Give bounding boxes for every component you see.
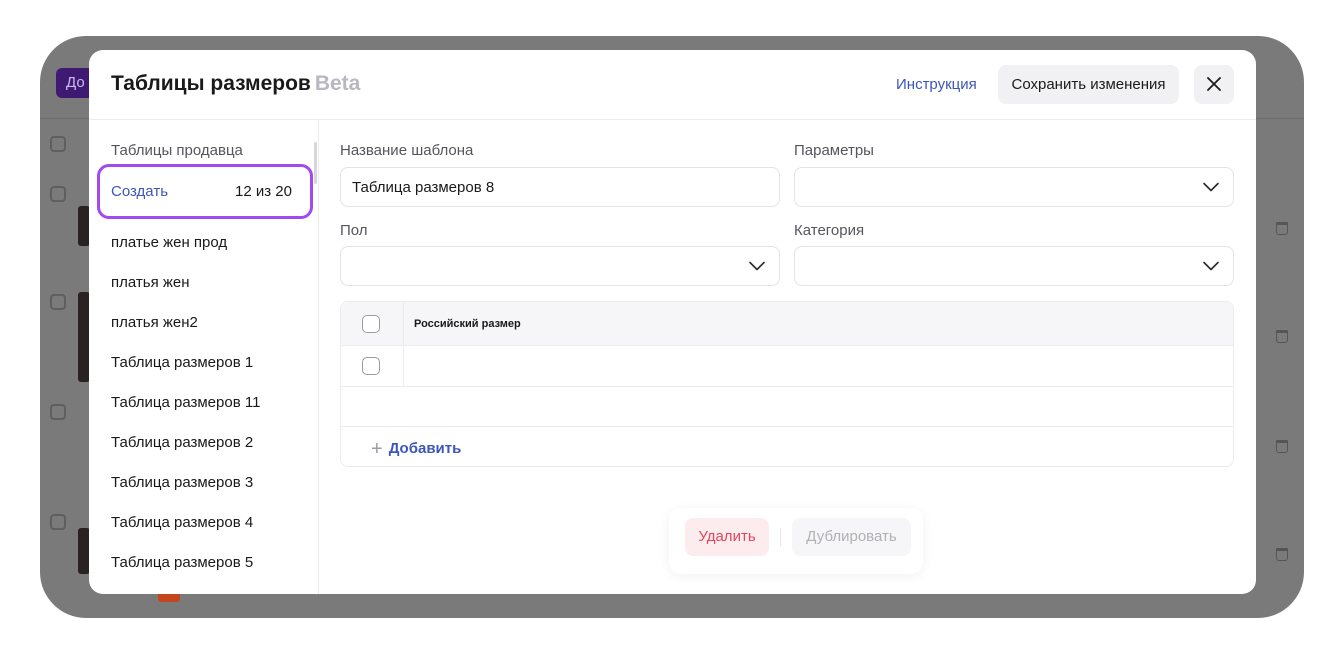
- create-button[interactable]: Создать: [111, 183, 168, 200]
- background-checkbox: [50, 294, 66, 310]
- trash-icon: [1276, 548, 1288, 561]
- sidebar-scrollbar[interactable]: [314, 142, 317, 184]
- chevron-down-icon: [749, 261, 765, 271]
- sidebar-item[interactable]: Таблица размеров 11: [111, 394, 260, 411]
- duplicate-button[interactable]: Дублировать: [792, 518, 911, 556]
- sidebar-item[interactable]: Таблица размеров 4: [111, 514, 253, 531]
- modal-title-text: Таблицы размеров: [111, 72, 311, 95]
- trash-icon: [1276, 440, 1288, 453]
- category-select[interactable]: [794, 246, 1234, 286]
- delete-button[interactable]: Удалить: [685, 518, 769, 556]
- trash-icon: [1276, 222, 1288, 235]
- template-name-field[interactable]: Таблица размеров 8: [340, 167, 780, 207]
- table-cell[interactable]: [404, 346, 1233, 386]
- beta-badge: Beta: [314, 72, 361, 95]
- chevron-down-icon: [1203, 182, 1219, 192]
- table-row: [341, 346, 1233, 387]
- sidebar-item[interactable]: Таблица размеров 5: [111, 554, 253, 571]
- plus-icon: +: [371, 438, 383, 460]
- parameters-label: Параметры: [794, 142, 874, 159]
- modal-title: Таблицы размеров Beta: [111, 72, 360, 96]
- add-row-button[interactable]: + Добавить: [371, 438, 461, 461]
- sidebar-item[interactable]: Таблица размеров 1: [111, 354, 253, 371]
- sidebar-item[interactable]: Таблица размеров 2: [111, 434, 253, 451]
- background-checkbox: [50, 186, 66, 202]
- gender-select[interactable]: [340, 246, 780, 286]
- action-bar: Удалить Дублировать: [669, 508, 923, 574]
- tables-count: 12 из 20: [235, 183, 292, 200]
- table-empty-row: [341, 387, 1233, 427]
- action-divider: [780, 528, 781, 546]
- select-all-checkbox[interactable]: [362, 315, 380, 333]
- row-checkbox[interactable]: [362, 357, 380, 375]
- close-icon: [1207, 77, 1221, 91]
- trash-icon: [1276, 330, 1288, 343]
- size-tables-modal: Таблицы размеров Beta Инструкция Сохранит…: [89, 50, 1256, 594]
- column-header: Российский размер: [414, 318, 521, 330]
- sidebar-item[interactable]: платья жен: [111, 274, 190, 291]
- seller-tables-sidebar: Таблицы продавца Создать 12 из 20 платье…: [89, 120, 319, 594]
- sidebar-item[interactable]: платье жен прод: [111, 234, 227, 251]
- sidebar-heading: Таблицы продавца: [111, 142, 243, 159]
- size-table: Российский размер + Добавить: [340, 301, 1234, 467]
- chevron-down-icon: [1203, 261, 1219, 271]
- sidebar-item[interactable]: Таблица размеров 3: [111, 474, 253, 491]
- close-button[interactable]: [1194, 65, 1234, 104]
- instructions-link[interactable]: Инструкция: [896, 76, 977, 93]
- modal-header: Таблицы размеров Beta Инструкция Сохранит…: [89, 50, 1256, 120]
- category-label: Категория: [794, 222, 865, 239]
- parameters-select[interactable]: [794, 167, 1234, 207]
- template-name-label: Название шаблона: [340, 142, 474, 159]
- create-table-row[interactable]: Создать 12 из 20: [97, 164, 313, 219]
- background-checkbox: [50, 404, 66, 420]
- table-column-divider: [403, 302, 404, 386]
- add-row-label: Добавить: [388, 440, 462, 457]
- template-name-value: Таблица размеров 8: [352, 179, 495, 196]
- save-changes-button[interactable]: Сохранить изменения: [998, 65, 1179, 104]
- table-header: Российский размер: [341, 302, 1233, 346]
- sidebar-item[interactable]: платья жен2: [111, 314, 198, 331]
- gender-label: Пол: [340, 222, 368, 239]
- background-checkbox: [50, 514, 66, 530]
- background-checkbox: [50, 136, 66, 152]
